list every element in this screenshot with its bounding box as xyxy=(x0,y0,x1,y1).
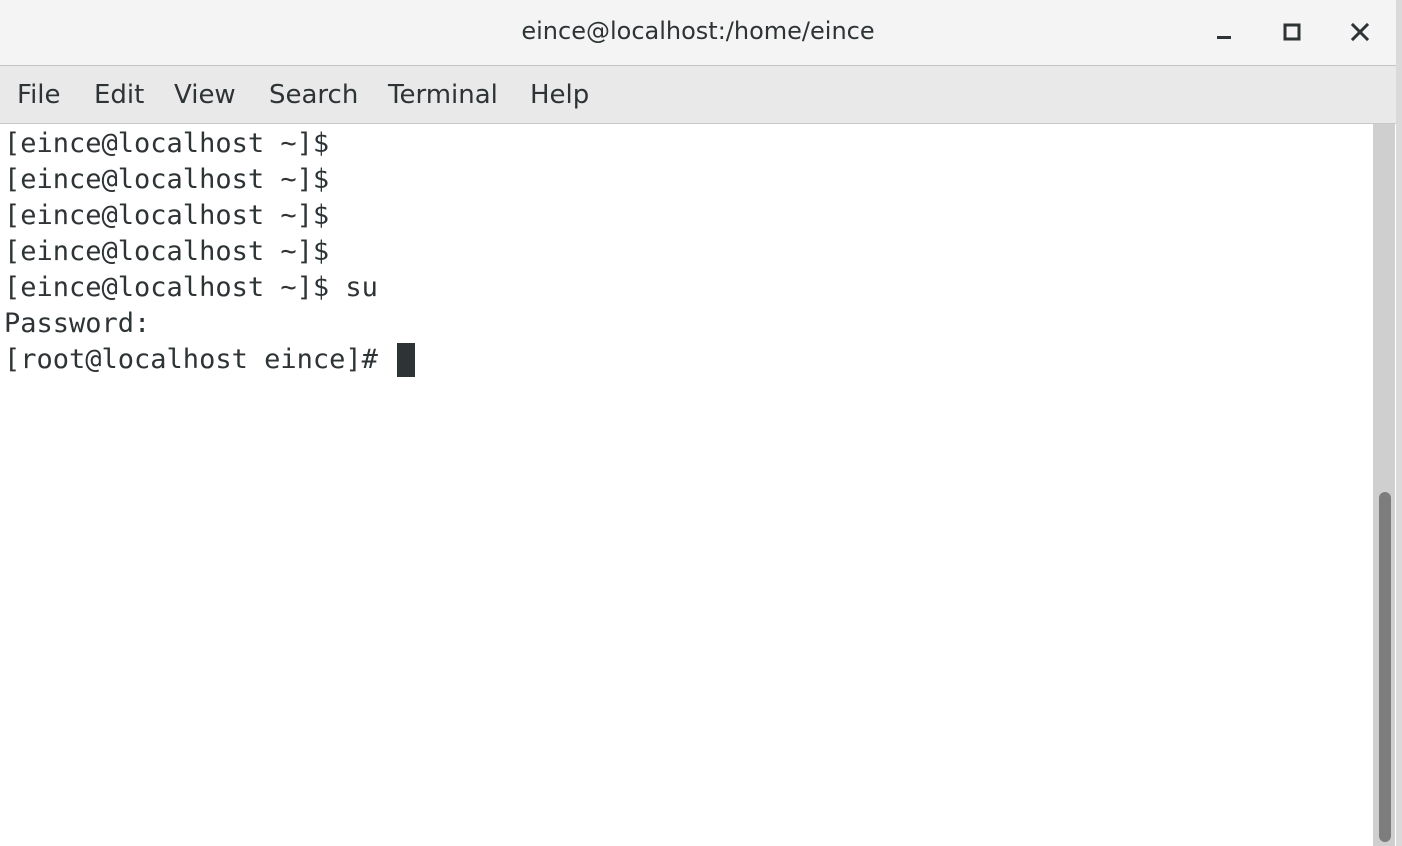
menu-edit[interactable]: Edit xyxy=(92,66,146,124)
terminal-line: Password: xyxy=(4,308,151,339)
text-cursor xyxy=(397,342,416,377)
title-bar[interactable]: eince@localhost:/home/eince xyxy=(0,0,1396,66)
menu-help[interactable]: Help xyxy=(528,66,591,124)
terminal-line: [eince@localhost ~]$ xyxy=(4,200,330,231)
menu-bar: File Edit View Search Terminal Help xyxy=(0,66,1396,124)
terminal-line: [eince@localhost ~]$ su xyxy=(4,272,378,303)
terminal-area[interactable]: [eince@localhost ~]$ [eince@localhost ~]… xyxy=(0,124,1372,846)
vertical-scrollbar[interactable] xyxy=(1372,124,1396,846)
maximize-button[interactable] xyxy=(1272,12,1312,52)
menu-search[interactable]: Search xyxy=(267,66,360,124)
window-title: eince@localhost:/home/eince xyxy=(521,17,875,45)
terminal-window: eince@localhost:/home/eince File Edit Vi… xyxy=(0,0,1402,846)
menu-file[interactable]: File xyxy=(15,66,63,124)
close-button[interactable] xyxy=(1340,12,1380,52)
minimize-icon xyxy=(1217,36,1231,39)
menu-view[interactable]: View xyxy=(172,66,238,124)
terminal-line: [eince@localhost ~]$ xyxy=(4,164,330,195)
terminal-line: [eince@localhost ~]$ xyxy=(4,236,330,267)
maximize-icon xyxy=(1283,23,1301,41)
root-prompt: [root@localhost eince]# xyxy=(4,344,395,375)
terminal-line: [eince@localhost ~]$ xyxy=(4,128,330,159)
menu-terminal[interactable]: Terminal xyxy=(386,66,500,124)
close-icon xyxy=(1350,22,1370,42)
terminal-prompt-line: [root@localhost eince]# xyxy=(4,342,416,378)
minimize-button[interactable] xyxy=(1204,12,1244,52)
scrollbar-thumb[interactable] xyxy=(1379,492,1391,842)
scrollbar-trough[interactable] xyxy=(1373,124,1395,846)
